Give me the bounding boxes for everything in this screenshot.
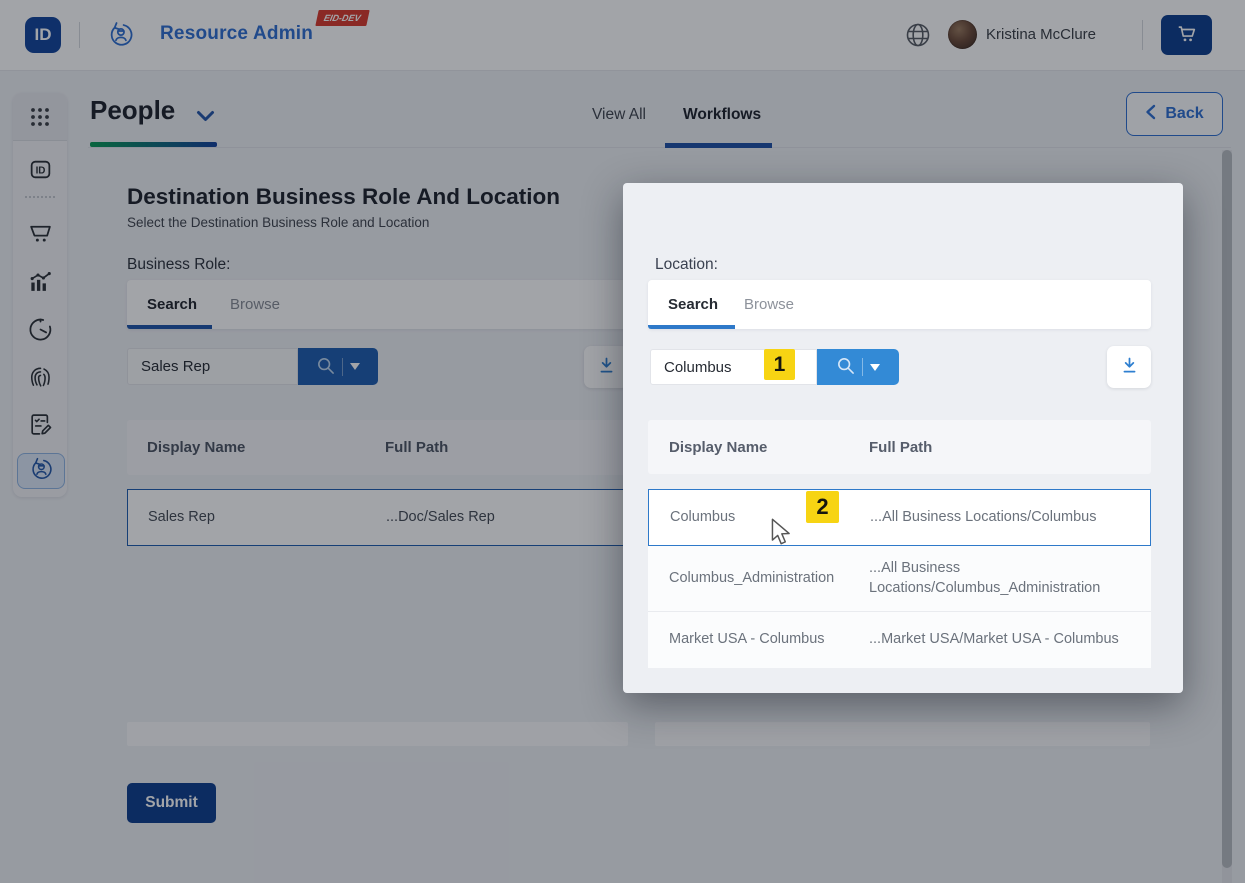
cell-full-path: ...Market USA/Market USA - Columbus (869, 630, 1131, 649)
app-window: ID Resource Admin EID-DEV Kristina McClu… (0, 0, 1245, 883)
button-divider (862, 358, 863, 376)
table-row-columbus-administration[interactable]: Columbus_Administration ...All Business … (648, 546, 1151, 611)
location-download-button[interactable] (1107, 346, 1151, 388)
cell-display-name: Columbus_Administration (669, 569, 869, 588)
tab-search[interactable]: Search (668, 296, 718, 313)
tab-browse[interactable]: Browse (744, 296, 794, 313)
location-label: Location: (655, 256, 718, 274)
table-row-market-usa-columbus[interactable]: Market USA - Columbus ...Market USA/Mark… (648, 611, 1151, 668)
mouse-cursor-icon (770, 518, 794, 551)
cell-full-path: ...All Business Locations/Columbus_Admin… (869, 559, 1131, 597)
column-display-name: Display Name (669, 439, 869, 456)
tab-search-underline (648, 325, 735, 329)
cell-full-path: ...All Business Locations/Columbus (870, 508, 1132, 527)
table-row-columbus[interactable]: Columbus ...All Business Locations/Colum… (648, 489, 1151, 546)
download-icon (1119, 355, 1140, 379)
step-2-badge: 2 (806, 491, 839, 523)
step-1-badge: 1 (764, 349, 795, 380)
location-table: Display Name Full Path Columbus ...All B… (648, 420, 1151, 668)
location-table-header: Display Name Full Path (648, 420, 1151, 474)
location-tabs: Search Browse (648, 280, 1151, 329)
table-gap (648, 474, 1151, 489)
location-spotlight-panel: Location: Search Browse Display Name Ful… (623, 183, 1183, 693)
location-search-button[interactable] (817, 349, 899, 385)
caret-down-icon (870, 364, 880, 371)
search-icon (836, 356, 855, 378)
cell-display-name: Market USA - Columbus (669, 630, 869, 649)
column-full-path: Full Path (869, 439, 932, 456)
